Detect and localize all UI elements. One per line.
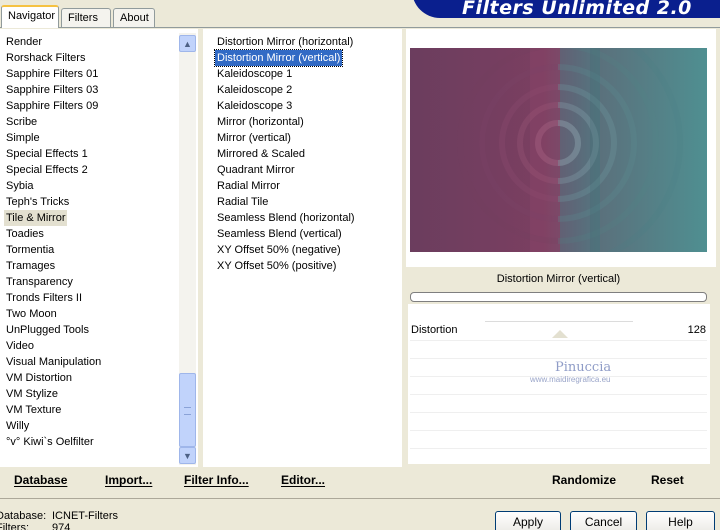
category-item[interactable]: Video	[4, 338, 36, 354]
filter-item[interactable]: Distortion Mirror (vertical)	[213, 49, 344, 67]
param-row-divider	[410, 430, 707, 431]
category-item[interactable]: Transparency	[4, 274, 75, 290]
filter-item[interactable]: Kaleidoscope 1	[215, 66, 294, 82]
app-title: Filters Unlimited 2.0	[462, 0, 692, 18]
category-item[interactable]: Willy	[4, 418, 31, 434]
filter-item[interactable]: Seamless Blend (vertical)	[215, 226, 344, 242]
filters-status-label: Filters:	[0, 522, 29, 530]
category-list[interactable]: Render Rorshack Filters Sapphire Filters 0…	[0, 29, 198, 467]
watermark-url: www.maidiregrafica.eu	[530, 375, 611, 384]
filter-item[interactable]: Mirrored & Scaled	[215, 146, 307, 162]
watermark-name: Pinuccia	[555, 360, 612, 375]
param-row-divider	[410, 358, 707, 359]
category-scrollbar[interactable]: ▲ ▼	[179, 33, 196, 465]
filter-item[interactable]: XY Offset 50% (negative)	[215, 242, 343, 258]
category-item[interactable]: Sybia	[4, 178, 36, 194]
category-item[interactable]: Tronds Filters II	[4, 290, 84, 306]
category-item[interactable]: VM Distortion	[4, 370, 74, 386]
database-button[interactable]: Database	[14, 473, 67, 487]
filter-list[interactable]: Distortion Mirror (horizontal) Distortion…	[203, 29, 402, 467]
category-item[interactable]: Special Effects 1	[4, 146, 90, 162]
import-button[interactable]: Import...	[105, 473, 152, 487]
filter-item[interactable]: Quadrant Mirror	[215, 162, 297, 178]
tab-label: Navigator	[8, 10, 56, 22]
category-item[interactable]: Visual Manipulation	[4, 354, 103, 370]
category-item[interactable]: Two Moon	[4, 306, 59, 322]
scroll-down-button[interactable]: ▼	[179, 447, 196, 464]
category-item[interactable]: Tramages	[4, 258, 57, 274]
category-item[interactable]: Render	[4, 34, 44, 50]
filter-item[interactable]: Mirror (vertical)	[215, 130, 293, 146]
category-item[interactable]: UnPlugged Tools	[4, 322, 91, 338]
filter-item[interactable]: Kaleidoscope 3	[215, 98, 294, 114]
filter-item[interactable]: Seamless Blend (horizontal)	[215, 210, 357, 226]
category-item[interactable]: Tormentia	[4, 242, 56, 258]
filter-item[interactable]: Kaleidoscope 2	[215, 82, 294, 98]
filter-info-button[interactable]: Filter Info...	[184, 473, 249, 487]
category-item[interactable]: Sapphire Filters 01	[4, 66, 100, 82]
param-row-divider	[410, 340, 707, 341]
filters-status-value: 974	[52, 522, 71, 530]
preview-filter-name: Distortion Mirror (vertical)	[496, 273, 621, 285]
category-item[interactable]: Special Effects 2	[4, 162, 90, 178]
filter-item[interactable]: Radial Tile	[215, 194, 270, 210]
filter-item[interactable]: Mirror (horizontal)	[215, 114, 306, 130]
distortion-value: 128	[687, 324, 706, 336]
help-button[interactable]: Help	[646, 511, 715, 530]
reset-button[interactable]: Reset	[651, 473, 684, 487]
slider-thumb-icon[interactable]	[552, 330, 568, 338]
param-row-divider	[410, 394, 707, 395]
param-row-divider	[410, 448, 707, 449]
preview-image	[410, 48, 707, 252]
tab-label: Filters	[68, 12, 98, 24]
category-item[interactable]: Scribe	[4, 114, 39, 130]
tab-navigator[interactable]: Navigator	[1, 5, 59, 28]
scroll-up-button[interactable]: ▲	[179, 35, 196, 52]
app-banner: Filters Unlimited 2.0	[412, 0, 720, 18]
filter-item[interactable]: Radial Mirror	[215, 178, 282, 194]
cancel-button[interactable]: Cancel	[570, 511, 637, 530]
database-status-value: ICNET-Filters	[52, 510, 118, 522]
apply-button[interactable]: Apply	[495, 511, 561, 530]
category-item[interactable]: Sapphire Filters 09	[4, 98, 100, 114]
category-item[interactable]: °v° Kiwi`s Oelfilter	[4, 434, 96, 450]
category-item[interactable]: Toadies	[4, 226, 46, 242]
distortion-label: Distortion	[411, 324, 458, 336]
tab-about[interactable]: About	[113, 8, 155, 27]
filter-name-bar: Distortion Mirror (vertical)	[408, 268, 709, 290]
category-item[interactable]: VM Stylize	[4, 386, 60, 402]
slider-track	[485, 321, 633, 322]
database-status-label: Database:	[0, 510, 47, 522]
filter-item[interactable]: XY Offset 50% (positive)	[215, 258, 338, 274]
tab-filters[interactable]: Filters	[61, 8, 111, 27]
randomize-button[interactable]: Randomize	[552, 473, 616, 487]
category-item[interactable]: Simple	[4, 130, 42, 146]
category-item[interactable]: Teph's Tricks	[4, 194, 71, 210]
category-item[interactable]: VM Texture	[4, 402, 63, 418]
tab-label: About	[120, 12, 149, 24]
category-item[interactable]: Rorshack Filters	[4, 50, 87, 66]
editor-button[interactable]: Editor...	[281, 473, 325, 487]
filter-item[interactable]: Distortion Mirror (horizontal)	[215, 34, 355, 50]
category-item[interactable]: Tile & Mirror	[4, 210, 68, 226]
param-row-divider	[410, 412, 707, 413]
tab-content-border	[0, 27, 720, 28]
footer-divider	[0, 498, 720, 499]
progress-bar	[410, 292, 707, 302]
category-item[interactable]: Sapphire Filters 03	[4, 82, 100, 98]
scroll-thumb[interactable]	[179, 373, 196, 447]
